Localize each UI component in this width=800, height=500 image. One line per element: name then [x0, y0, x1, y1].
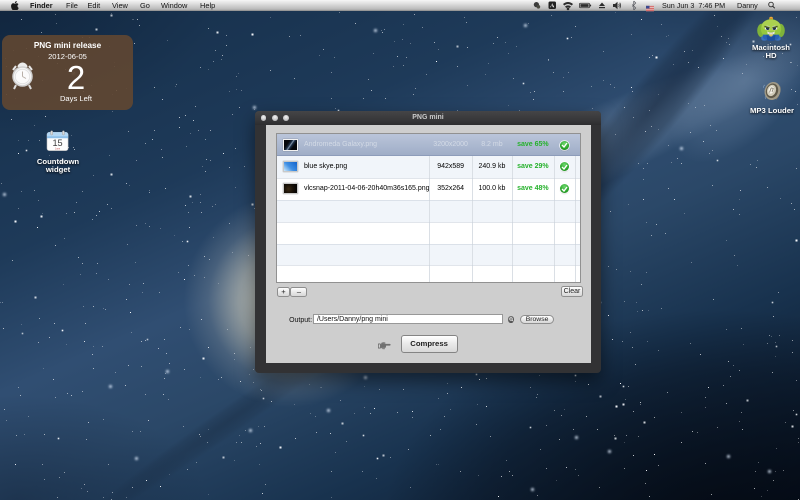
- svg-text:June: June: [55, 147, 61, 150]
